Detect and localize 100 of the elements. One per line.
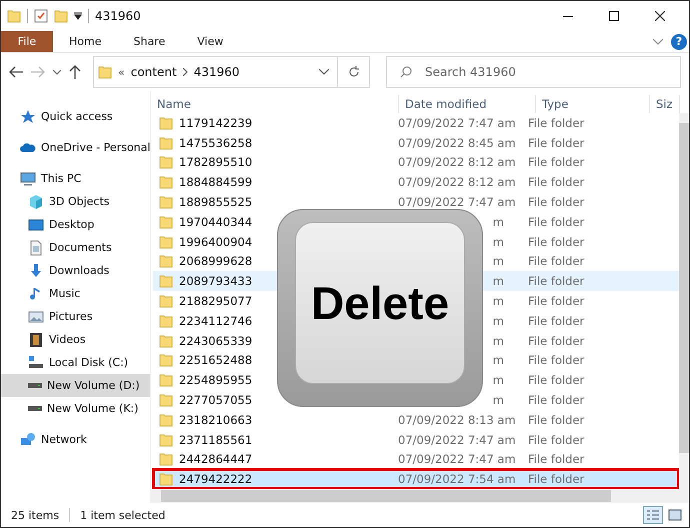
- file-name-cell[interactable]: 1884884599: [153, 172, 277, 192]
- date-modified: 07/09/2022 8:45 am: [398, 136, 516, 150]
- back-button[interactable]: [9, 66, 23, 78]
- up-button[interactable]: [69, 65, 81, 79]
- file-name-cell[interactable]: 1179142239: [153, 113, 277, 133]
- date-modified: m: [492, 373, 504, 388]
- folder-icon: [159, 334, 173, 348]
- folder-icon: [159, 452, 173, 466]
- file-name-cell[interactable]: 2251652488: [153, 350, 277, 370]
- address-bar[interactable]: « content 431960: [93, 56, 338, 88]
- ribbon-tab[interactable]: Home: [53, 31, 118, 52]
- file-name-cell[interactable]: 2068999628: [153, 252, 277, 272]
- sidebar-item[interactable]: Pictures: [1, 305, 150, 328]
- file-type: File folder: [527, 234, 586, 251]
- date-modified: 07/09/2022 7:54 am: [398, 472, 516, 486]
- sidebar-item[interactable]: Downloads: [1, 259, 150, 282]
- ribbon-tab[interactable]: View: [181, 31, 240, 52]
- search-icon: [400, 66, 412, 78]
- folder-icon: [159, 472, 173, 486]
- overflow-marker[interactable]: «: [118, 66, 125, 78]
- file-type: File folder: [526, 271, 679, 292]
- vertical-scrollbar[interactable]: [679, 113, 689, 489]
- file-name-cell[interactable]: 1970440344: [153, 212, 277, 232]
- date-modified: 07/09/2022 7:47 am: [398, 195, 516, 210]
- file-type: File folder: [527, 332, 586, 350]
- date-modified: 07/09/2022 7:47 am: [398, 432, 516, 447]
- date-modified: 07/09/2022 7:47 am: [398, 116, 516, 130]
- file-name-cell[interactable]: 2442864447: [153, 450, 277, 470]
- sidebar-item[interactable]: New Volume (D:): [1, 374, 150, 397]
- document-icon: [28, 240, 44, 256]
- file-type: File folder: [526, 469, 679, 490]
- sidebar-item[interactable]: This PC: [1, 167, 150, 190]
- desktop-icon: [28, 216, 44, 232]
- file-name: 1179142239: [179, 116, 252, 130]
- window-title: 431960: [95, 9, 141, 23]
- sidebar-item[interactable]: Quick access: [1, 105, 150, 128]
- sidebar-item[interactable]: New Volume (K:): [1, 397, 150, 420]
- sidebar-item[interactable]: Network: [1, 428, 150, 451]
- file-type: File folder: [527, 194, 586, 212]
- recent-locations-button[interactable]: [53, 70, 61, 74]
- download-icon: [28, 262, 44, 278]
- file-name-cell[interactable]: 1996400904: [153, 232, 277, 252]
- sidebar-item[interactable]: OneDrive - Personal: [1, 136, 150, 159]
- file-name: 1889855525: [179, 195, 252, 210]
- file-name-cell[interactable]: 2188295077: [153, 291, 277, 311]
- selected-row-frame[interactable]: 2479422222 07/09/2022 7:54 am File folder: [153, 469, 679, 490]
- help-icon[interactable]: ?: [671, 34, 687, 50]
- file-name-cell[interactable]: 2234112746: [153, 310, 277, 331]
- image-icon: [668, 509, 682, 521]
- ribbon-tab[interactable]: File: [1, 31, 53, 52]
- file-name: 2479422222: [179, 472, 252, 486]
- chevron-down-icon[interactable]: [319, 69, 329, 75]
- file-name-cell[interactable]: 2254895955: [153, 370, 277, 390]
- refresh-button[interactable]: [338, 56, 370, 88]
- details-view-button[interactable]: [643, 506, 663, 524]
- search-field[interactable]: Search 431960: [386, 56, 681, 88]
- sidebar-item[interactable]: Local Disk (C:): [1, 351, 150, 374]
- file-name: 2277057055: [179, 393, 252, 408]
- file-name: 1996400904: [179, 234, 252, 249]
- drive-icon: [28, 383, 42, 388]
- file-name-cell[interactable]: 2089793433: [153, 271, 277, 292]
- folder-icon: [159, 136, 173, 150]
- file-name-cell[interactable]: 2371185561: [153, 430, 277, 450]
- sidebar-item[interactable]: Documents: [1, 236, 150, 259]
- folder-icon: [159, 412, 173, 427]
- folder-icon: [159, 432, 173, 447]
- file-name-cell[interactable]: 1889855525: [153, 192, 277, 212]
- sidebar-item[interactable]: Videos: [1, 328, 150, 351]
- sidebar-item[interactable]: 3D Objects: [1, 190, 150, 213]
- checklist-icon[interactable]: [34, 9, 48, 23]
- file-name-cell[interactable]: 1475536258: [153, 132, 277, 153]
- file-name-cell[interactable]: 2479422222: [153, 469, 277, 490]
- column-header[interactable]: Name: [151, 95, 399, 113]
- file-name-cell[interactable]: 2243065339: [153, 330, 277, 351]
- column-header[interactable]: Date modified: [399, 95, 536, 113]
- breadcrumb[interactable]: content: [130, 65, 177, 79]
- breadcrumb[interactable]: 431960: [194, 65, 240, 79]
- folder-icon: [159, 373, 173, 388]
- folder-icon: [159, 314, 173, 328]
- file-name-cell[interactable]: 1782895510: [153, 152, 277, 172]
- file-name-cell[interactable]: 2318210663: [153, 410, 277, 430]
- file-name: 1475536258: [179, 136, 252, 150]
- network-icon: [20, 432, 36, 448]
- chevron-down-icon[interactable]: [653, 38, 663, 44]
- dropdown-icon[interactable]: [74, 12, 82, 20]
- file-name: 1970440344: [179, 214, 252, 229]
- date-modified: m: [492, 294, 504, 308]
- selection-count: 1 item selected: [80, 508, 166, 522]
- sidebar-item[interactable]: Desktop: [1, 213, 150, 236]
- folder-icon: [159, 353, 173, 368]
- sidebar-item[interactable]: Music: [1, 282, 150, 305]
- image-icon: [28, 308, 44, 324]
- drive-icon: [28, 406, 42, 411]
- column-header[interactable]: Type: [536, 95, 650, 113]
- horizontal-scrollbar[interactable]: [151, 489, 689, 503]
- column-header[interactable]: Siz: [650, 95, 680, 113]
- file-name-cell[interactable]: 2277057055: [153, 390, 277, 410]
- date-modified: 07/09/2022 8:12 am: [398, 155, 516, 170]
- file-name: 1782895510: [179, 155, 252, 170]
- ribbon-tab[interactable]: Share: [117, 31, 182, 52]
